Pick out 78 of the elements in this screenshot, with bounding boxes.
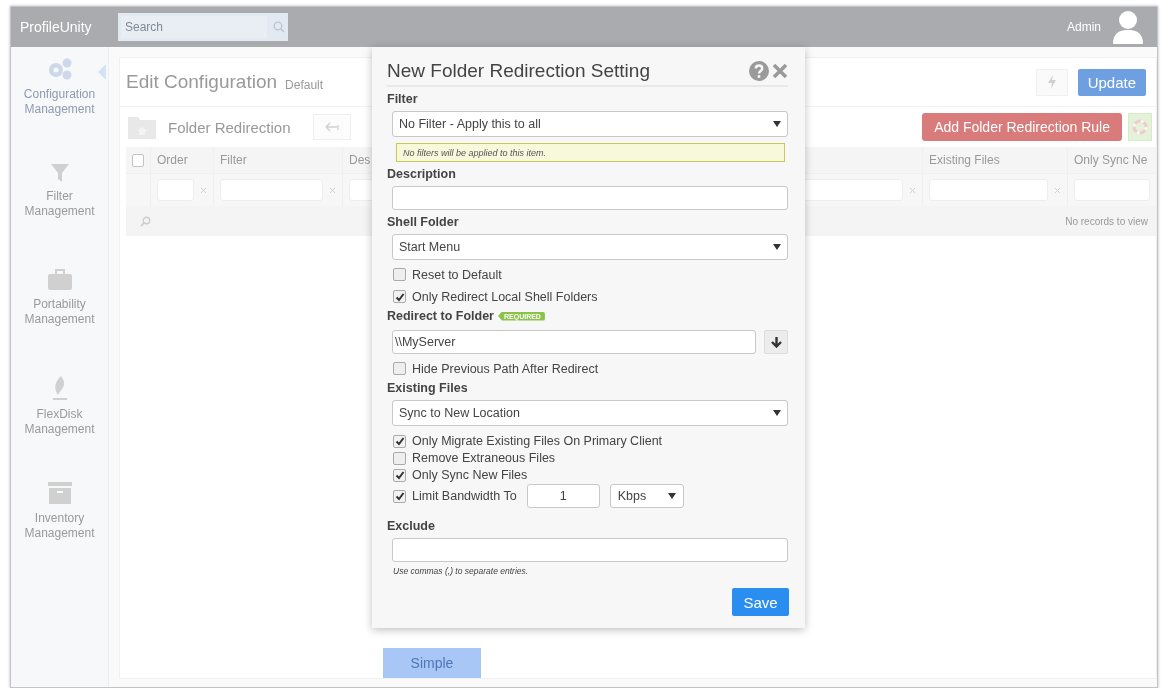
checkbox-label[interactable]: Limit Bandwidth To	[412, 489, 517, 503]
brand-name[interactable]: ProfileUnity	[20, 19, 108, 35]
dropdown-caret-icon	[773, 244, 781, 250]
checkbox-label[interactable]: Only Migrate Existing Files On Primary Client	[412, 434, 663, 448]
column-header[interactable]: Order	[157, 153, 188, 167]
unit-dropdown[interactable]: Kbps	[609, 484, 684, 508]
checkbox[interactable]	[393, 362, 406, 375]
back-arrow-icon	[324, 122, 339, 132]
clear-icon[interactable]	[329, 186, 336, 194]
text-field[interactable]	[392, 186, 788, 210]
dropdown-caret-icon	[773, 121, 781, 127]
checkbox[interactable]	[393, 468, 406, 482]
checkbox[interactable]	[393, 434, 406, 448]
lightning-icon	[1047, 75, 1056, 89]
checkbox[interactable]	[393, 489, 406, 503]
clear-icon[interactable]	[909, 186, 916, 194]
sidebar-item[interactable]: Filter Management	[11, 163, 108, 253]
checkbox-label[interactable]: Hide Previous Path After Redirect	[412, 361, 599, 376]
sidebar-item[interactable]: Inventory Management	[11, 481, 108, 571]
clear-icon[interactable]	[1054, 186, 1061, 194]
text-field[interactable]	[392, 538, 788, 562]
down-arrow-icon	[770, 336, 782, 348]
dropdown[interactable]: No Filter - Apply this to all	[392, 111, 788, 137]
checkbox-label[interactable]: Reset to Default	[412, 267, 502, 282]
search-field[interactable]: Search	[118, 13, 288, 41]
search-icon[interactable]	[273, 21, 285, 33]
save-button[interactable]: Save	[732, 588, 789, 616]
checkbox-label[interactable]: Only Sync New Files	[412, 468, 528, 482]
selection-pointer-icon	[98, 64, 106, 80]
sidebar-item[interactable]: Portability Management	[11, 269, 108, 359]
close-icon[interactable]	[772, 63, 788, 79]
sidebar-item[interactable]: FlexDisk Management	[11, 375, 108, 465]
field-label: Redirect to Folder	[387, 309, 494, 323]
field-label: Shell Folder	[387, 215, 459, 229]
lifebuoy-icon	[1132, 119, 1148, 135]
help-icon[interactable]	[749, 61, 769, 81]
field-label: Existing Files	[387, 381, 468, 395]
search-icon[interactable]	[140, 215, 151, 227]
select-all-checkbox[interactable]	[132, 153, 144, 167]
folder-path-field[interactable]: \\MyServer	[392, 330, 756, 354]
info-note: No filters will be applied to this item.	[396, 143, 785, 162]
dropdown-caret-icon	[667, 493, 676, 499]
dropdown[interactable]: Start Menu	[392, 234, 788, 260]
column-header[interactable]: Existing Files	[929, 153, 1000, 167]
user-name[interactable]: Admin	[1067, 20, 1101, 34]
field-label: Filter	[387, 92, 418, 106]
help-text: Use commas (,) to separate entries.	[393, 566, 530, 576]
flash-button[interactable]	[1035, 68, 1068, 96]
dialog-title: New Folder Redirection Setting	[387, 60, 650, 82]
add-rule-button[interactable]: Add Folder Redirection Rule	[922, 113, 1122, 141]
sidebar-item[interactable]: Configuration Management	[11, 57, 108, 147]
section-title: Folder Redirection	[168, 118, 291, 136]
update-button[interactable]: Update	[1077, 68, 1146, 96]
checkbox-label[interactable]: Remove Extraneous Files	[412, 451, 556, 465]
checkbox[interactable]	[393, 451, 406, 465]
down-arrow-button[interactable]	[764, 330, 788, 354]
briefcase-icon	[46, 269, 73, 291]
filter-icon	[49, 163, 70, 183]
dropdown[interactable]: Sync to New Location	[392, 400, 788, 426]
dropdown-caret-icon	[773, 410, 781, 416]
empty-message: No records to view	[1065, 215, 1148, 227]
simple-button[interactable]: Simple	[383, 648, 481, 678]
checkbox-label[interactable]: Only Redirect Local Shell Folders	[412, 289, 598, 304]
back-button[interactable]	[312, 114, 351, 140]
column-header[interactable]: Des	[349, 153, 371, 167]
archive-icon	[47, 481, 72, 505]
field-label: Description	[387, 167, 456, 181]
column-header[interactable]: Only Sync Ne	[1074, 153, 1148, 167]
avatar-icon[interactable]	[1113, 10, 1143, 44]
column-header[interactable]: Filter	[220, 153, 247, 167]
bandwidth-field[interactable]: 1	[526, 484, 600, 508]
help-button[interactable]	[1128, 113, 1152, 141]
checkbox[interactable]	[393, 268, 406, 281]
page-subtitle: Default	[285, 77, 324, 92]
checkbox[interactable]	[393, 290, 406, 303]
field-label: Exclude	[387, 519, 435, 533]
page-title: Edit Configuration	[126, 71, 278, 93]
clear-icon[interactable]	[200, 186, 207, 194]
